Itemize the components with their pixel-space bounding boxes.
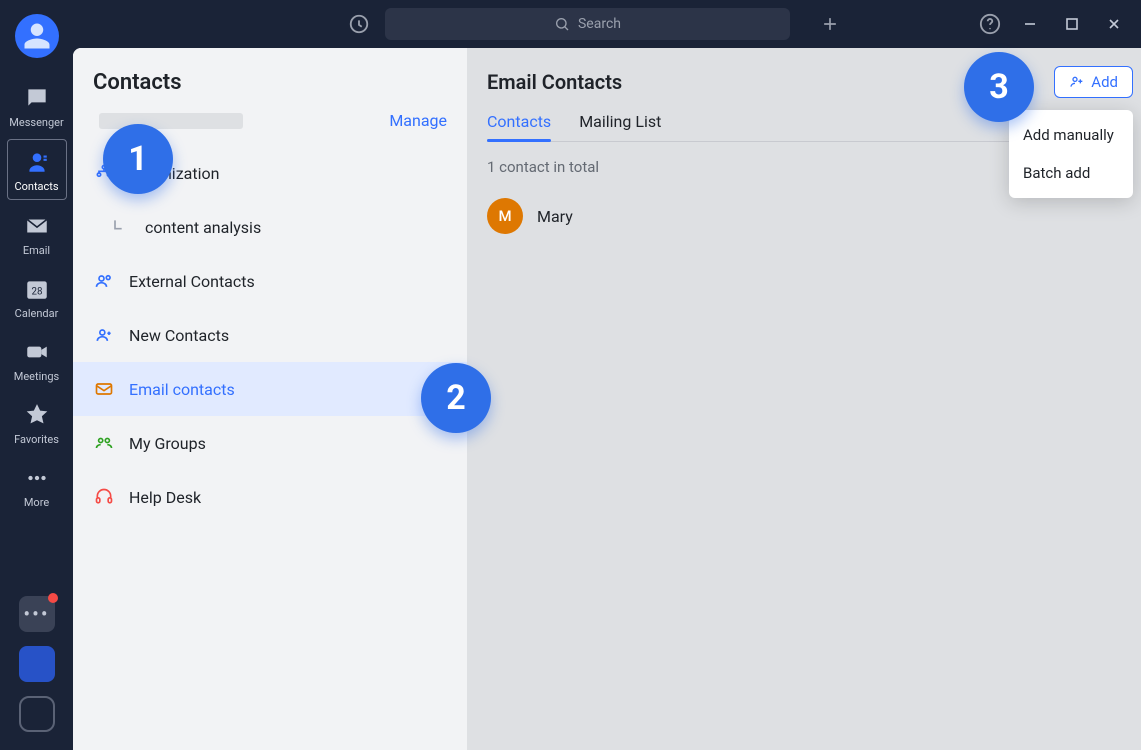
nav-label: content analysis [145,218,261,237]
nav-item-organization[interactable]: Organization [73,146,467,200]
video-icon [23,338,51,366]
add-button[interactable]: Add [1054,66,1133,98]
nav-label: Organization [129,164,219,183]
nav-item-content-analysis[interactable]: content analysis [73,200,467,254]
add-dropdown: Add manually Batch add [1009,110,1133,198]
rail-label: Favorites [14,433,59,446]
new-button[interactable] [816,10,844,38]
left-rail: Messenger Contacts Email 28 Calendar Mee… [0,0,73,750]
nav-label: My Groups [129,434,206,453]
email-icon [23,212,51,240]
groups-icon [93,432,115,454]
headset-icon [93,486,115,508]
nav-label: Help Desk [129,488,201,507]
manage-link[interactable]: Manage [389,111,447,130]
maximize-icon [1065,17,1079,31]
history-button[interactable] [345,10,373,38]
nav-item-external-contacts[interactable]: External Contacts [73,254,467,308]
rail-item-contacts[interactable]: Contacts [7,139,67,200]
add-button-label: Add [1091,73,1118,91]
rail-label: Meetings [14,370,59,383]
contact-avatar: M [487,198,523,234]
tab-contacts[interactable]: Contacts [487,112,551,141]
nav-list: Organization content analysis External C… [73,146,467,524]
star-icon [23,401,51,429]
rail-label: Messenger [9,116,63,129]
search-placeholder: Search [578,16,621,32]
contact-row[interactable]: M Mary [487,198,1121,234]
dropdown-add-manually[interactable]: Add manually [1009,116,1133,154]
nav-label: Email contacts [129,380,235,399]
rail-label: Calendar [15,307,59,320]
nav-item-new-contacts[interactable]: New Contacts [73,308,467,362]
close-icon [1107,17,1121,31]
contact-name: Mary [537,207,573,226]
rail-item-email[interactable]: Email [7,204,67,263]
rail-app-more[interactable]: ••• [19,596,55,632]
topbar: Search [73,0,1141,48]
calendar-icon: 28 [23,275,51,303]
rail-label: Email [23,244,50,257]
rail-item-favorites[interactable]: Favorites [7,393,67,452]
rail-bottom: ••• [19,596,55,750]
external-contacts-icon [93,270,115,292]
search-icon [554,16,570,32]
org-name-placeholder [99,113,243,129]
notification-badge [48,593,58,603]
rail-app-blue[interactable] [19,646,55,682]
contacts-sidebar: Contacts Manage Organization content ana… [73,48,467,750]
maximize-button[interactable] [1057,9,1087,39]
rail-item-calendar[interactable]: 28 Calendar [7,267,67,326]
nav-item-help-desk[interactable]: Help Desk [73,470,467,524]
minimize-icon [1023,17,1037,31]
minimize-button[interactable] [1015,9,1045,39]
main-wrap: Search Contacts Manage Organization [73,0,1141,750]
nav-item-email-contacts[interactable]: Email contacts [73,362,467,416]
dropdown-batch-add[interactable]: Batch add [1009,154,1133,192]
person-icon [22,21,52,51]
new-contacts-icon [93,324,115,346]
detail-title: Email Contacts [487,70,1121,94]
more-icon [23,464,51,492]
svg-text:28: 28 [31,286,42,297]
plus-icon [820,14,840,34]
rail-label: Contacts [14,180,58,193]
nav-label: New Contacts [129,326,229,345]
panels: Contacts Manage Organization content ana… [73,48,1141,750]
detail-pane: Email Contacts Contacts Mailing List 1 c… [467,48,1141,750]
chat-icon [23,84,51,112]
close-button[interactable] [1099,9,1129,39]
rail-label: More [24,496,49,509]
add-area: Add Add manually Batch add [1054,66,1133,98]
rail-item-more[interactable]: More [7,456,67,515]
contacts-icon [23,148,51,176]
rail-item-messenger[interactable]: Messenger [7,76,67,135]
tab-mailing-list[interactable]: Mailing List [579,112,661,141]
tree-branch-icon [109,216,131,238]
profile-avatar[interactable] [15,14,59,58]
organization-icon [93,162,115,184]
rail-item-meetings[interactable]: Meetings [7,330,67,389]
history-icon [348,13,370,35]
rail-app-outline[interactable] [19,696,55,732]
sidebar-title: Contacts [73,48,467,105]
nav-item-my-groups[interactable]: My Groups [73,416,467,470]
add-person-icon [1069,74,1085,90]
help-icon [979,13,1001,35]
search-input[interactable]: Search [385,8,790,40]
email-contacts-icon [93,378,115,400]
help-button[interactable] [977,11,1003,37]
nav-label: External Contacts [129,272,255,291]
